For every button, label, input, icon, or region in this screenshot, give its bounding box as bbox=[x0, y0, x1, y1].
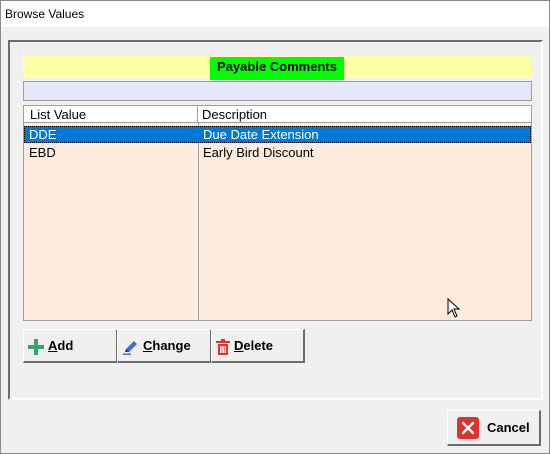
column-header-list-value[interactable]: List Value bbox=[24, 106, 198, 123]
delete-button-label: Delete bbox=[234, 338, 274, 353]
values-list[interactable]: List Value Description DDE Due Date Exte… bbox=[23, 105, 532, 321]
row-value: EBD bbox=[29, 145, 56, 160]
trash-icon bbox=[216, 339, 230, 355]
change-button-label: Change bbox=[143, 338, 191, 353]
cancel-button[interactable]: Cancel bbox=[447, 410, 541, 446]
list-title: Payable Comments bbox=[210, 57, 344, 80]
title-bar[interactable]: Browse Values bbox=[1, 1, 549, 27]
delete-button[interactable]: Delete bbox=[211, 329, 305, 363]
plus-icon bbox=[28, 339, 44, 355]
mouse-pointer-icon bbox=[447, 298, 461, 318]
window-title: Browse Values bbox=[5, 7, 85, 21]
close-icon bbox=[457, 417, 479, 439]
add-button-label: Add bbox=[48, 338, 74, 353]
row-description: Early Bird Discount bbox=[203, 145, 314, 160]
list-row-dde[interactable]: DDE Due Date Extension bbox=[24, 126, 531, 143]
browse-values-dialog: Browse Values Payable Comments List Valu… bbox=[0, 0, 550, 454]
row-value: DDE bbox=[29, 127, 57, 142]
filter-bar[interactable] bbox=[23, 81, 532, 101]
add-button[interactable]: Add bbox=[23, 329, 118, 363]
pencil-icon bbox=[123, 341, 137, 355]
change-button[interactable]: Change bbox=[117, 329, 212, 363]
row-description: Due Date Extension bbox=[203, 127, 319, 142]
list-row-ebd[interactable]: EBD Early Bird Discount bbox=[24, 144, 531, 161]
cancel-button-label: Cancel bbox=[487, 420, 530, 435]
column-header-description[interactable]: Description bbox=[198, 106, 531, 123]
